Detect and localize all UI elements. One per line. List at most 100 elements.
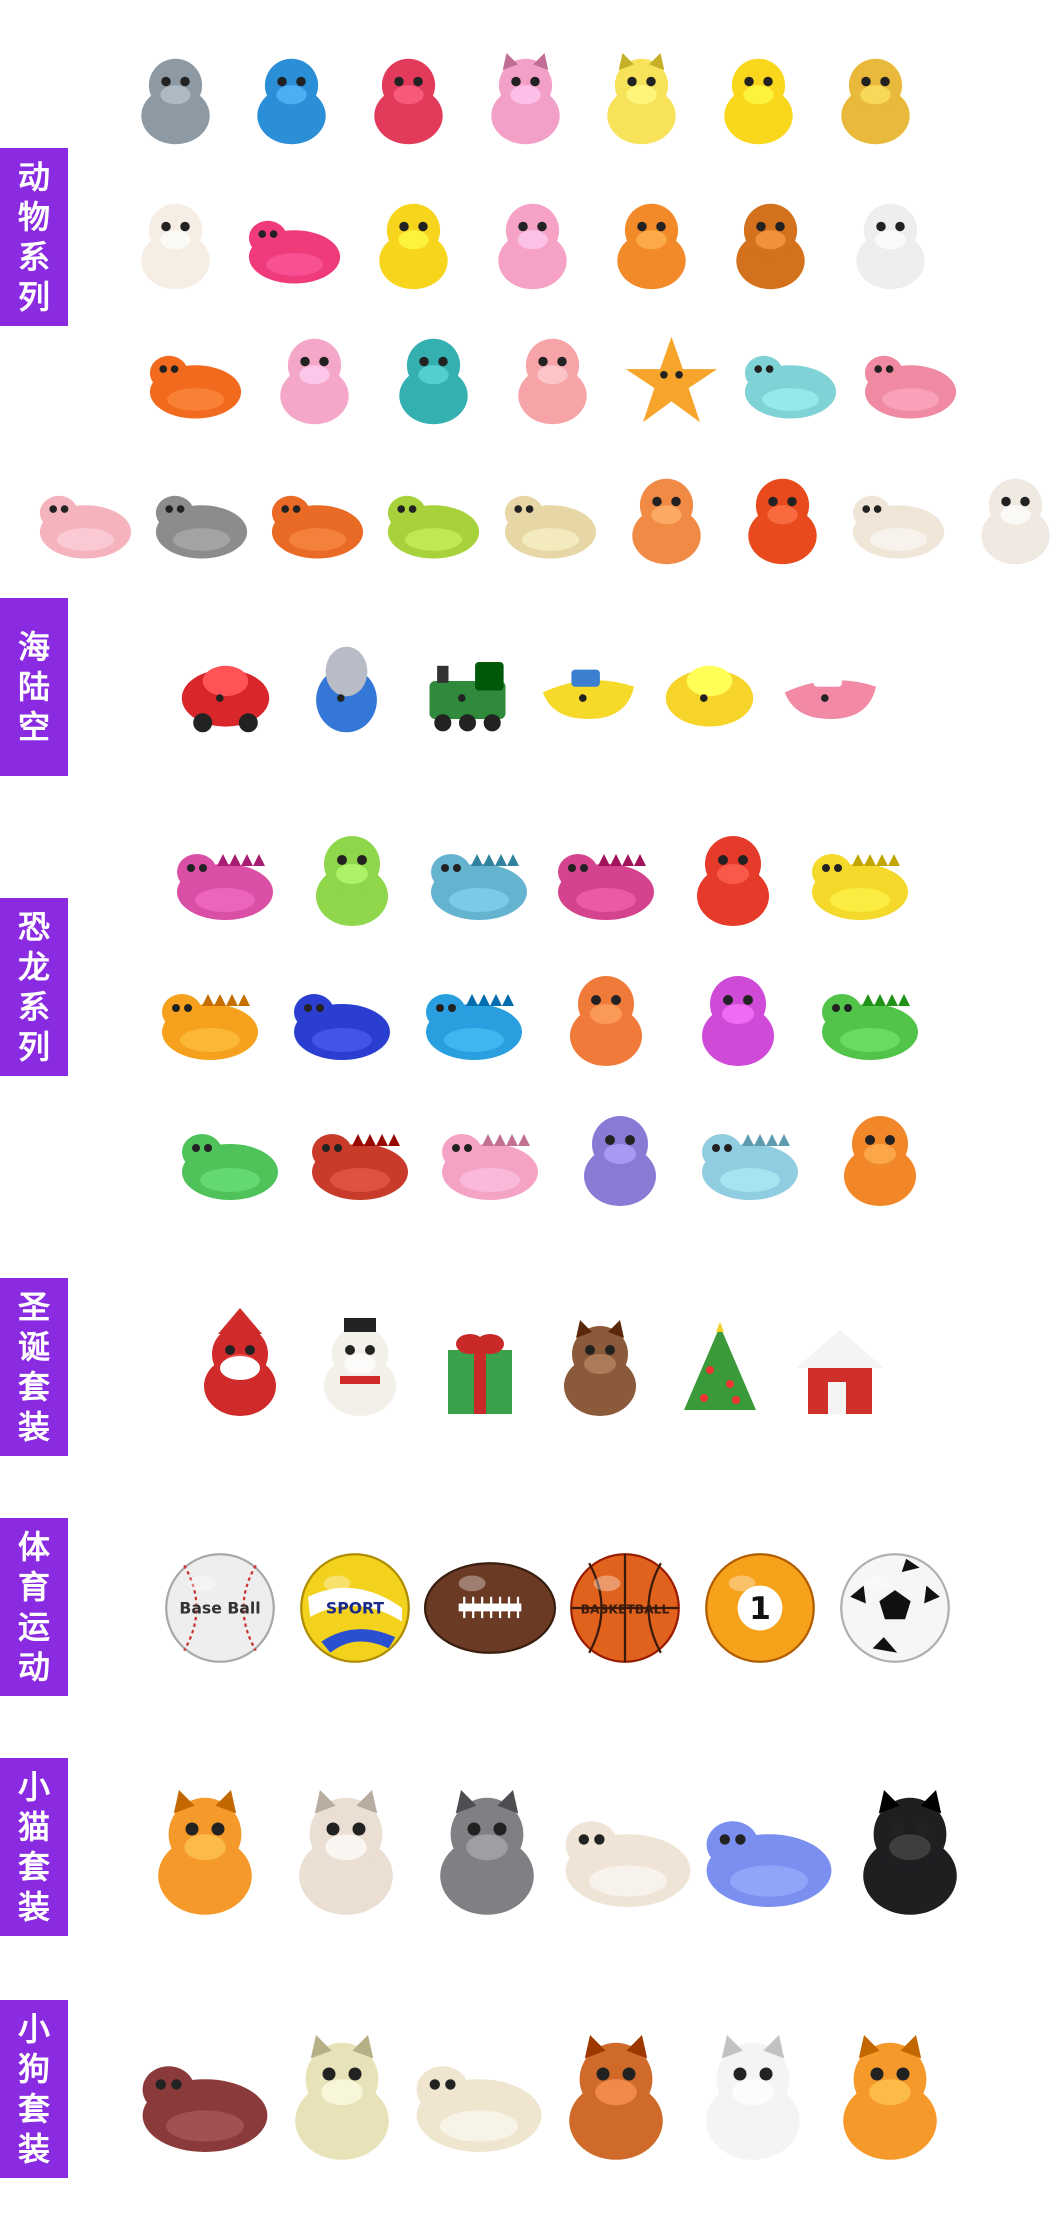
label-char: 列 bbox=[17, 1028, 50, 1066]
toy-baseball: Base Ball bbox=[165, 1553, 275, 1663]
toy-frog bbox=[388, 495, 480, 558]
toy-dino-orange-sitting bbox=[844, 1116, 916, 1206]
toy-cat-orange bbox=[158, 1790, 252, 1915]
toy-shark-blue bbox=[257, 58, 326, 144]
label-char: 列 bbox=[17, 278, 50, 316]
label-char: 狗 bbox=[17, 2050, 50, 2088]
toy-dino-longneck-blue bbox=[426, 994, 522, 1060]
toy-lion-brown bbox=[736, 203, 806, 289]
toy-dino-pink-spiked bbox=[177, 854, 273, 920]
label-char: 系 bbox=[17, 238, 50, 276]
toy-rooster bbox=[748, 478, 817, 564]
toy-cat-calico bbox=[565, 1821, 691, 1907]
toy-dino-duck-teal bbox=[702, 1134, 798, 1200]
toy-clownfish bbox=[149, 355, 241, 418]
toy-shark-grey bbox=[140, 58, 210, 144]
toy-unicorn-teal bbox=[399, 338, 468, 424]
label-char: 恐 bbox=[17, 908, 50, 946]
category-label-xmas: 圣 诞 套 装 bbox=[0, 1278, 68, 1456]
category-label-sport: 体 育 运 动 bbox=[0, 1518, 68, 1696]
toy-rabbit bbox=[980, 478, 1050, 564]
toy-zebra bbox=[855, 203, 925, 289]
label-char: 小 bbox=[17, 1768, 50, 1806]
toy-dog-corgi bbox=[843, 2035, 937, 2160]
toy-unicorn-pink bbox=[279, 338, 349, 424]
toy-dino-red bbox=[697, 836, 769, 926]
toy-car-red bbox=[181, 665, 269, 732]
label-char: 装 bbox=[17, 1408, 50, 1446]
label-char: 诞 bbox=[17, 1328, 50, 1366]
label-char: 龙 bbox=[17, 948, 50, 986]
toy-starfish bbox=[626, 336, 718, 422]
ball-text: Base Ball bbox=[179, 1599, 260, 1618]
toy-dog-dalmatian bbox=[706, 2035, 800, 2160]
toy-rocket bbox=[315, 646, 377, 732]
label-char: 装 bbox=[17, 1888, 50, 1926]
toy-boat-yellow bbox=[542, 669, 634, 719]
toy-hamster bbox=[632, 478, 701, 564]
toy-owl-pink bbox=[490, 52, 560, 144]
toy-dino-pink-crest bbox=[702, 976, 774, 1066]
ball-text: SPORT bbox=[326, 1599, 384, 1618]
label-char: 运 bbox=[17, 1608, 50, 1646]
toy-xmas-tree bbox=[684, 1322, 756, 1410]
toy-billiard-ball: 1 bbox=[705, 1553, 815, 1663]
label-char: 套 bbox=[17, 1848, 50, 1886]
label-char: 海 bbox=[17, 628, 50, 666]
toy-santa bbox=[204, 1308, 276, 1416]
toy-dog-brown bbox=[142, 2066, 268, 2152]
toy-mermaid bbox=[374, 58, 443, 144]
label-char: 装 bbox=[17, 2130, 50, 2168]
label-char: 空 bbox=[17, 708, 50, 746]
toy-flamingo bbox=[248, 220, 340, 283]
toy-cat-grey bbox=[440, 1790, 534, 1915]
toy-sheep bbox=[504, 495, 596, 558]
label-char: 小 bbox=[17, 2010, 50, 2048]
toy-croc-blue bbox=[294, 994, 390, 1060]
toy-cat-black bbox=[863, 1790, 957, 1915]
toy-train-green bbox=[429, 661, 505, 731]
toy-dino-green bbox=[316, 836, 388, 926]
toy-reindeer bbox=[564, 1320, 636, 1416]
toy-soccer-ball bbox=[840, 1553, 950, 1663]
toy-llama bbox=[140, 203, 210, 289]
label-char: 动 bbox=[17, 158, 50, 196]
toy-dog-poodle bbox=[295, 2035, 389, 2160]
label-char: 系 bbox=[17, 988, 50, 1026]
label-char: 套 bbox=[17, 1368, 50, 1406]
toy-goose bbox=[853, 495, 945, 558]
toy-lion-orange bbox=[617, 203, 686, 289]
toy-dino-orange-crest bbox=[570, 976, 642, 1066]
toy-hippo-pink bbox=[864, 355, 956, 418]
toy-basketball: BASKETBALL bbox=[570, 1553, 680, 1663]
toy-dino-yellow-spiked bbox=[812, 854, 908, 920]
toy-cow-orange bbox=[271, 495, 364, 558]
toy-dog-puppy-cream bbox=[416, 2066, 542, 2152]
toy-house-snow bbox=[796, 1330, 884, 1414]
toy-gift-box bbox=[448, 1334, 512, 1414]
toy-owl-yellow bbox=[607, 52, 676, 144]
toy-dino-longneck-teal bbox=[431, 854, 527, 920]
category-label-animal: 动 物 系 列 bbox=[0, 148, 68, 326]
toy-poop-pink bbox=[498, 203, 567, 289]
label-char: 育 bbox=[17, 1568, 50, 1606]
toy-plane-pink bbox=[784, 669, 876, 719]
toy-dino-orange-spotted bbox=[162, 994, 258, 1060]
toy-dino-green-stego bbox=[182, 1134, 278, 1200]
toy-football bbox=[423, 1562, 557, 1654]
toy-cat-white bbox=[299, 1790, 393, 1915]
toy-elephant bbox=[745, 355, 837, 418]
toy-dog-shepherd bbox=[569, 2035, 663, 2160]
label-char: 套 bbox=[17, 2090, 50, 2128]
toy-dino-triceratops-pink bbox=[558, 854, 654, 920]
toy-snowman bbox=[324, 1318, 396, 1416]
category-label-cat: 小 猫 套 装 bbox=[0, 1758, 68, 1936]
toy-dino-purple-trex bbox=[584, 1116, 656, 1206]
toy-cat-blue bbox=[706, 1821, 832, 1907]
toy-volleyball: SPORT bbox=[300, 1553, 410, 1663]
toy-dino-red-longneck bbox=[312, 1134, 408, 1200]
category-label-dino: 恐 龙 系 列 bbox=[0, 898, 68, 1076]
label-char: 物 bbox=[17, 198, 50, 236]
category-label-vehicle: 海 陆 空 bbox=[0, 598, 68, 776]
ball-text: BASKETBALL bbox=[581, 1603, 670, 1617]
